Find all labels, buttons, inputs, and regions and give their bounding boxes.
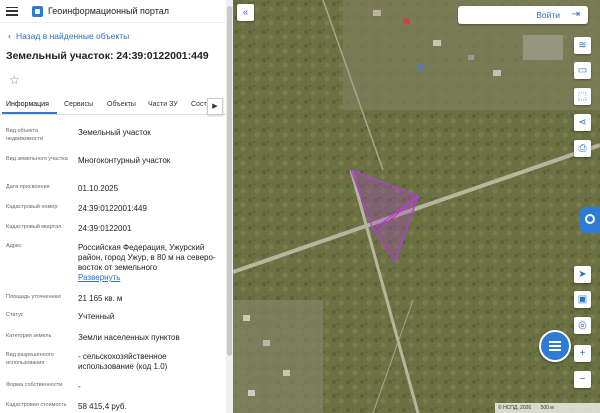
info-panel: Геоинформационный портал ‹ Назад в найде…	[0, 0, 226, 413]
tab-parts[interactable]: Части ЗУ	[148, 101, 178, 108]
active-tab-indicator	[2, 112, 57, 114]
favorite-star-icon[interactable]: ☆	[9, 73, 20, 87]
attr-label: Форма собственности	[6, 382, 63, 388]
panel-scrollbar[interactable]	[226, 0, 233, 413]
attr-value: 24:39:0122001:449	[78, 204, 147, 213]
object-title: Земельный участок: 24:39:0122001:449	[6, 50, 209, 62]
top-bar: Геоинформационный портал	[0, 0, 226, 23]
attr-label: Вид объекта недвижимости	[6, 128, 44, 142]
attr-label: Вид земельного участка	[6, 156, 68, 162]
locate-icon[interactable]: ➤	[574, 266, 591, 283]
attr-label: Площадь уточненная	[6, 294, 61, 300]
portal-logo-icon	[32, 5, 43, 17]
expand-address-link[interactable]: Развернуть	[78, 273, 223, 283]
chat-icon	[549, 341, 561, 351]
attr-value: 58 415,4 руб.	[78, 402, 127, 411]
attr-value: Земли населенных пунктов	[78, 333, 180, 342]
chevron-left-icon: ‹	[8, 31, 11, 41]
scale-label: 500 м	[540, 405, 554, 411]
address-text: Российская Федерация, Ужурский район, го…	[78, 243, 216, 272]
print-icon[interactable]: ⎙	[574, 140, 591, 157]
tab-state[interactable]: Сост	[191, 101, 207, 108]
attr-value: Многоконтурный участок	[78, 156, 171, 165]
login-label: Войти	[536, 10, 560, 20]
zoom-out-icon[interactable]: −	[574, 371, 591, 388]
tab-services[interactable]: Сервисы	[64, 101, 93, 108]
attr-value: 01.10.2025	[78, 184, 119, 193]
attr-label: Категория земель	[6, 333, 52, 339]
app-title: Геоинформационный портал	[48, 6, 169, 16]
layers-icon[interactable]: ≋	[574, 37, 591, 54]
back-link[interactable]: ‹ Назад в найденные объекты	[8, 31, 129, 41]
back-link-label: Назад в найденные объекты	[16, 31, 130, 41]
attribution-text: © НСПД, 2026	[498, 405, 532, 411]
attr-label: Статус	[6, 312, 24, 318]
tab-info[interactable]: Информация	[6, 101, 49, 108]
attr-value: -	[78, 382, 81, 391]
attr-label: Кадастровый квартал	[6, 224, 62, 230]
tab-bar: Информация Сервисы Объекты Части ЗУ Сост…	[0, 98, 226, 115]
geolocation-icon[interactable]: ◎	[574, 317, 591, 334]
measure-icon[interactable]: ▭	[574, 62, 591, 79]
menu-icon[interactable]	[6, 6, 18, 16]
share-icon[interactable]: ⋖	[574, 114, 591, 131]
zoom-in-icon[interactable]: +	[574, 345, 591, 362]
scrollbar-thumb[interactable]	[227, 6, 232, 356]
attr-label: Вид разрешенного использования	[6, 352, 54, 366]
attr-label: Кадастровая стоимость	[6, 402, 67, 408]
attr-value: - сельскохозяйственное использование (ко…	[78, 352, 168, 371]
attr-label: Адрес	[6, 243, 22, 249]
collapse-panel-icon[interactable]: «	[237, 4, 254, 21]
login-button[interactable]: Войти ⇥	[458, 6, 588, 24]
attr-value: Земельный участок	[78, 128, 151, 137]
search-panel-tab[interactable]	[580, 207, 600, 233]
attr-value: 24:39:0122001	[78, 224, 132, 233]
tab-objects[interactable]: Объекты	[107, 101, 136, 108]
select-area-icon[interactable]: ⬚	[574, 88, 591, 105]
map-attribution: © НСПД, 2026 500 м	[495, 403, 600, 413]
attr-label: Дата присвоения	[6, 184, 50, 190]
attr-value: Учтенный	[78, 312, 115, 321]
login-icon: ⇥	[571, 9, 580, 20]
basemap-icon[interactable]: ▣	[574, 291, 591, 308]
attr-label: Кадастровый номер	[6, 204, 58, 210]
chat-button[interactable]	[539, 330, 571, 362]
tabs-scroll-right-icon[interactable]: ▶	[207, 98, 223, 115]
attr-value: Российская Федерация, Ужурский район, го…	[78, 243, 223, 283]
attr-value: 21 165 кв. м	[78, 294, 123, 303]
map-view[interactable]: « Войти ⇥ ≋ ▭ ⬚ ⋖ ⎙ ➤ ▣ ◎ + − © НСПД, 20…	[233, 0, 600, 413]
